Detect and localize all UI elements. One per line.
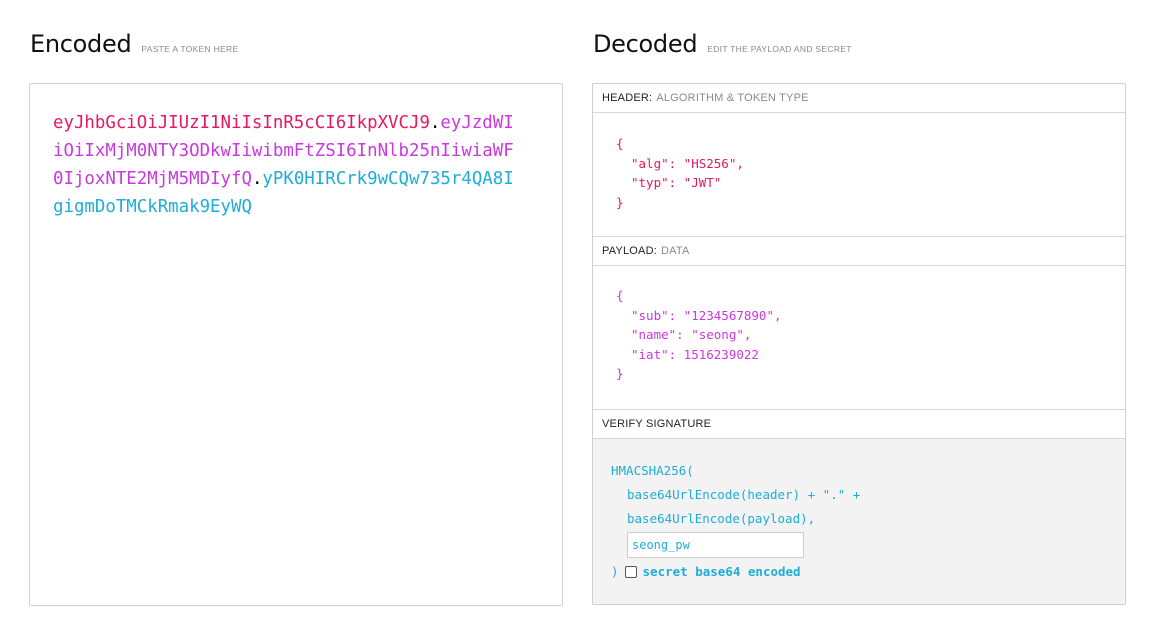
decoded-title: Decoded bbox=[593, 30, 698, 58]
token-header-part: eyJhbGciOiJIUzI1NiIsInR5cCI6IkpXVCJ9 bbox=[53, 113, 430, 133]
header-json-editor[interactable]: { "alg": "HS256", "typ": "JWT" } bbox=[593, 113, 1125, 237]
verify-signature-body: HMACSHA256( base64UrlEncode(header) + ".… bbox=[593, 439, 1125, 604]
encoded-token-editor[interactable]: eyJhbGciOiJIUzI1NiIsInR5cCI6IkpXVCJ9.eyJ… bbox=[29, 83, 563, 606]
header-sublabel: ALGORITHM & TOKEN TYPE bbox=[656, 92, 809, 104]
secret-base64-checkbox[interactable] bbox=[624, 566, 637, 578]
payload-section-title: PAYLOAD: DATA bbox=[593, 237, 1125, 266]
payload-label: PAYLOAD: bbox=[602, 245, 657, 257]
json-line: "name": "seong", bbox=[631, 327, 752, 342]
secret-base64-label[interactable]: secret base64 encoded bbox=[643, 560, 801, 584]
encoded-heading: Encoded PASTE A TOKEN HERE bbox=[30, 30, 238, 58]
encoded-title: Encoded bbox=[30, 30, 132, 58]
json-line: "sub": "1234567890", bbox=[631, 307, 782, 323]
header-label: HEADER: bbox=[602, 92, 653, 104]
header-json[interactable]: { "alg": "HS256", "typ": "JWT" } bbox=[616, 134, 1125, 212]
hmac-arg-header: base64UrlEncode(header) + "." + bbox=[627, 487, 861, 502]
secret-checkbox-row: ) secret base64 encoded bbox=[611, 560, 1125, 584]
payload-json-editor[interactable]: { "sub": "1234567890", "name": "seong", … bbox=[593, 266, 1125, 410]
header-section-title: HEADER: ALGORITHM & TOKEN TYPE bbox=[593, 84, 1125, 113]
json-line: "alg": "HS256", bbox=[631, 155, 744, 171]
json-open-brace: { bbox=[616, 288, 624, 303]
json-close-brace: } bbox=[616, 366, 624, 381]
verify-label: VERIFY SIGNATURE bbox=[602, 418, 712, 430]
json-open-brace: { bbox=[616, 136, 624, 151]
secret-input[interactable] bbox=[627, 532, 804, 558]
json-line: "iat": 1516239022 bbox=[631, 346, 759, 362]
hmac-close-paren: ) bbox=[611, 564, 619, 579]
decoded-subtitle: EDIT THE PAYLOAD AND SECRET bbox=[707, 44, 852, 54]
encoded-subtitle: PASTE A TOKEN HERE bbox=[141, 44, 239, 54]
json-line: "typ": "JWT" bbox=[631, 175, 722, 190]
hmac-function: HMACSHA256( bbox=[611, 463, 694, 478]
payload-sublabel: DATA bbox=[661, 245, 690, 257]
payload-json[interactable]: { "sub": "1234567890", "name": "seong", … bbox=[616, 286, 1125, 384]
decoded-panel: HEADER: ALGORITHM & TOKEN TYPE { "alg": … bbox=[592, 83, 1126, 605]
json-close-brace: } bbox=[616, 194, 624, 210]
token-dot: . bbox=[251, 169, 263, 189]
encoded-token-text[interactable]: eyJhbGciOiJIUzI1NiIsInR5cCI6IkpXVCJ9.eyJ… bbox=[53, 109, 523, 221]
hmac-arg-payload: base64UrlEncode(payload), bbox=[627, 511, 816, 526]
verify-section-title: VERIFY SIGNATURE bbox=[593, 410, 1125, 439]
decoded-heading: Decoded EDIT THE PAYLOAD AND SECRET bbox=[593, 30, 852, 58]
token-dot: . bbox=[429, 113, 441, 133]
